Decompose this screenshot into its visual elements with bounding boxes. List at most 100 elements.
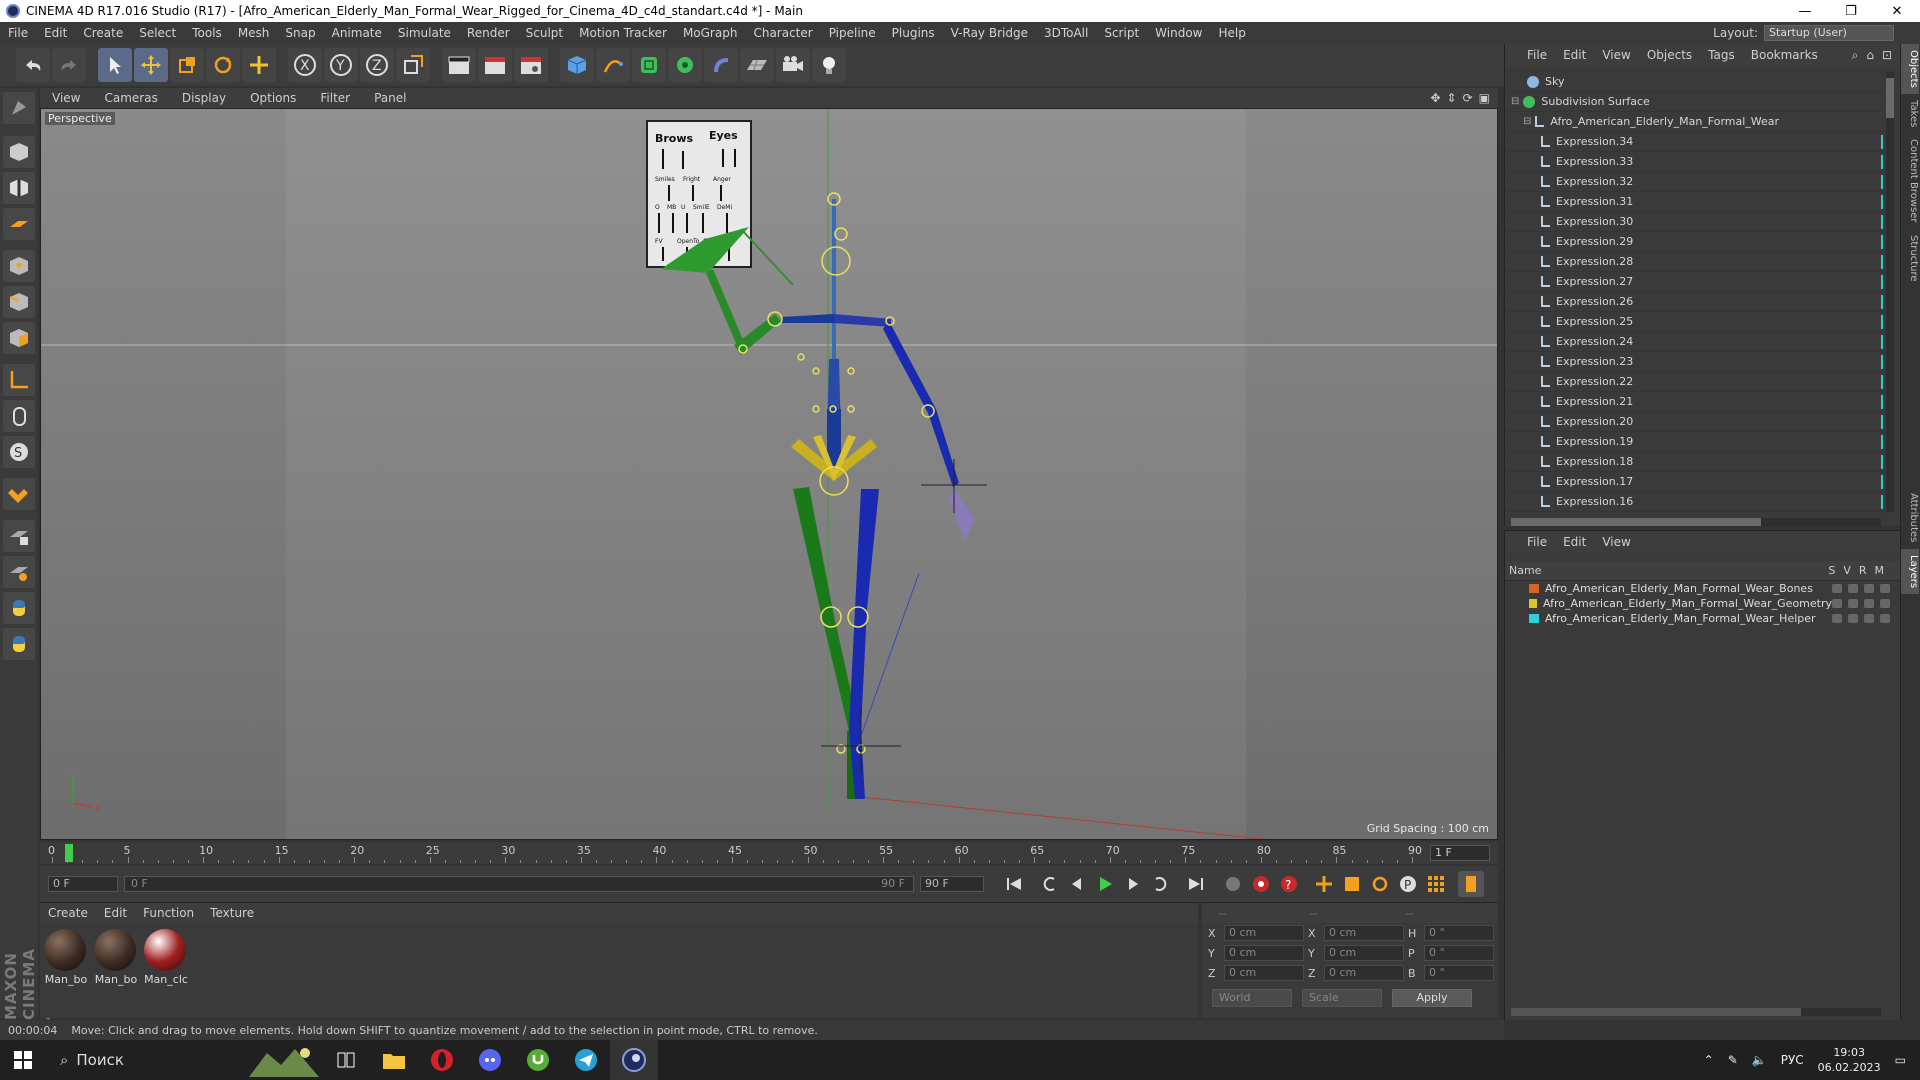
scale-tool-button[interactable] [170, 48, 204, 82]
layer-flag[interactable] [1880, 614, 1890, 623]
x-axis-button[interactable]: X [288, 48, 322, 82]
menu-snap[interactable]: Snap [277, 26, 323, 40]
tab-content-browser[interactable]: Content Browser [1901, 133, 1919, 228]
notification-icon[interactable]: ▭ [1895, 1053, 1906, 1067]
keyframe-selection-button[interactable]: ? [1276, 871, 1302, 897]
menu-character[interactable]: Character [745, 26, 820, 40]
tray-pen-icon[interactable]: ✎ [1728, 1053, 1738, 1067]
workplane-mode-button[interactable] [3, 208, 35, 240]
tab-objects[interactable]: Objects [1901, 44, 1919, 94]
expression-row[interactable]: Expression.34 [1505, 132, 1885, 152]
expression-row[interactable]: Expression.27 [1505, 272, 1885, 292]
polygons-mode-button[interactable] [3, 322, 35, 354]
edges-mode-button[interactable] [3, 286, 35, 318]
expression-row[interactable]: Expression.21 [1505, 392, 1885, 412]
render-settings-button[interactable] [514, 48, 548, 82]
expression-row[interactable]: Expression.18 [1505, 452, 1885, 472]
object-menu-file[interactable]: File [1519, 48, 1555, 62]
position-y-field[interactable]: 0 cm [1224, 945, 1304, 961]
menu-window[interactable]: Window [1147, 26, 1210, 40]
frame-range-slider[interactable]: 0 F 90 F [124, 876, 914, 892]
object-search-icon[interactable]: ⌕ [1852, 48, 1859, 63]
layer-flag[interactable] [1848, 599, 1858, 608]
end-frame-field[interactable]: 90 F [920, 876, 984, 892]
model-mode-button[interactable] [3, 136, 35, 168]
object-new-view-icon[interactable]: ⊡ [1882, 48, 1892, 63]
previous-key-button[interactable] [1036, 871, 1062, 897]
layer-flag[interactable] [1880, 584, 1890, 593]
floor-button[interactable] [740, 48, 774, 82]
cloner-button[interactable] [668, 48, 702, 82]
viewport-pan-icon[interactable]: ✥ [1430, 91, 1440, 105]
menu-mograph[interactable]: MoGraph [675, 26, 746, 40]
subdivision-surface-button[interactable] [632, 48, 666, 82]
rotation-key-button[interactable] [1367, 871, 1393, 897]
tweak-mode-button[interactable] [3, 400, 35, 432]
layer-menu-file[interactable]: File [1519, 535, 1555, 549]
playhead[interactable] [65, 844, 74, 862]
viewport-menu-view[interactable]: View [40, 91, 92, 105]
python-script-button-2[interactable] [3, 628, 35, 660]
menu-3dtoall[interactable]: 3DToAll [1036, 26, 1096, 40]
menu-mesh[interactable]: Mesh [230, 26, 278, 40]
object-menu-tags[interactable]: Tags [1700, 48, 1743, 62]
layer-scrollbar[interactable] [1511, 1008, 1881, 1016]
play-button[interactable] [1092, 871, 1118, 897]
expression-row[interactable]: Expression.20 [1505, 412, 1885, 432]
close-icon[interactable]: ✕ [1874, 4, 1920, 19]
point-level-key-button[interactable] [1423, 871, 1449, 897]
expression-row[interactable]: Expression.22 [1505, 372, 1885, 392]
viewport-rotate-icon[interactable]: ⟳ [1463, 91, 1473, 105]
size-x-field[interactable]: 0 cm [1324, 925, 1404, 941]
camera-button[interactable] [776, 48, 810, 82]
python-script-button-1[interactable] [3, 592, 35, 624]
render-view-button[interactable] [442, 48, 476, 82]
y-axis-button[interactable]: Y [324, 48, 358, 82]
next-frame-button[interactable] [1120, 871, 1146, 897]
viewport-menu-filter[interactable]: Filter [308, 91, 362, 105]
tab-attributes[interactable]: Attributes [1901, 487, 1919, 548]
tab-layers[interactable]: Layers [1901, 548, 1919, 594]
expression-row[interactable]: Expression.28 [1505, 252, 1885, 272]
undo-button[interactable] [16, 48, 50, 82]
rotate-tool-button[interactable] [206, 48, 240, 82]
menu-sculpt[interactable]: Sculpt [518, 26, 571, 40]
live-selection-button[interactable] [98, 48, 132, 82]
menu-file[interactable]: File [0, 26, 36, 40]
taskbar-utorrent[interactable] [514, 1040, 562, 1080]
coordinate-space-dropdown[interactable]: World [1212, 989, 1292, 1007]
layer-flag[interactable] [1864, 599, 1874, 608]
menu-plugins[interactable]: Plugins [884, 26, 943, 40]
menu-create[interactable]: Create [75, 26, 131, 40]
autokeying-button[interactable] [1248, 871, 1274, 897]
tray-volume-icon[interactable]: 🔈 [1752, 1053, 1767, 1067]
position-z-field[interactable]: 0 cm [1224, 965, 1304, 981]
render-picture-viewer-button[interactable] [478, 48, 512, 82]
task-view-button[interactable] [322, 1040, 370, 1080]
object-menu-objects[interactable]: Objects [1639, 48, 1700, 62]
scale-key-button[interactable] [1339, 871, 1365, 897]
menu-motion-tracker[interactable]: Motion Tracker [571, 26, 675, 40]
menu-animate[interactable]: Animate [324, 26, 390, 40]
material-item[interactable]: Man_bo [44, 929, 88, 986]
layer-row[interactable]: Afro_American_Elderly_Man_Formal_Wear_Ge… [1505, 596, 1900, 611]
position-key-button[interactable] [1311, 871, 1337, 897]
expression-row[interactable]: Expression.24 [1505, 332, 1885, 352]
taskbar-discord[interactable] [466, 1040, 514, 1080]
go-to-end-button[interactable] [1183, 871, 1209, 897]
menu-pipeline[interactable]: Pipeline [821, 26, 884, 40]
material-menu-function[interactable]: Function [135, 906, 202, 920]
parameter-key-button[interactable]: P [1395, 871, 1421, 897]
expression-row[interactable]: Expression.16 [1505, 492, 1885, 512]
position-x-field[interactable]: 0 cm [1224, 925, 1304, 941]
layer-flag[interactable] [1880, 599, 1890, 608]
object-menu-edit[interactable]: Edit [1555, 48, 1594, 62]
recent-tool-button[interactable] [242, 48, 276, 82]
current-frame-field[interactable]: 1 F [1430, 845, 1490, 861]
layer-flag[interactable] [1832, 614, 1842, 623]
enable-axis-button[interactable] [3, 364, 35, 396]
tray-clock[interactable]: 19:03 06.02.2023 [1818, 1045, 1881, 1075]
object-home-icon[interactable]: ⌂ [1866, 48, 1874, 63]
taskbar-widget[interactable] [246, 1040, 322, 1080]
tab-structure[interactable]: Structure [1901, 229, 1919, 288]
